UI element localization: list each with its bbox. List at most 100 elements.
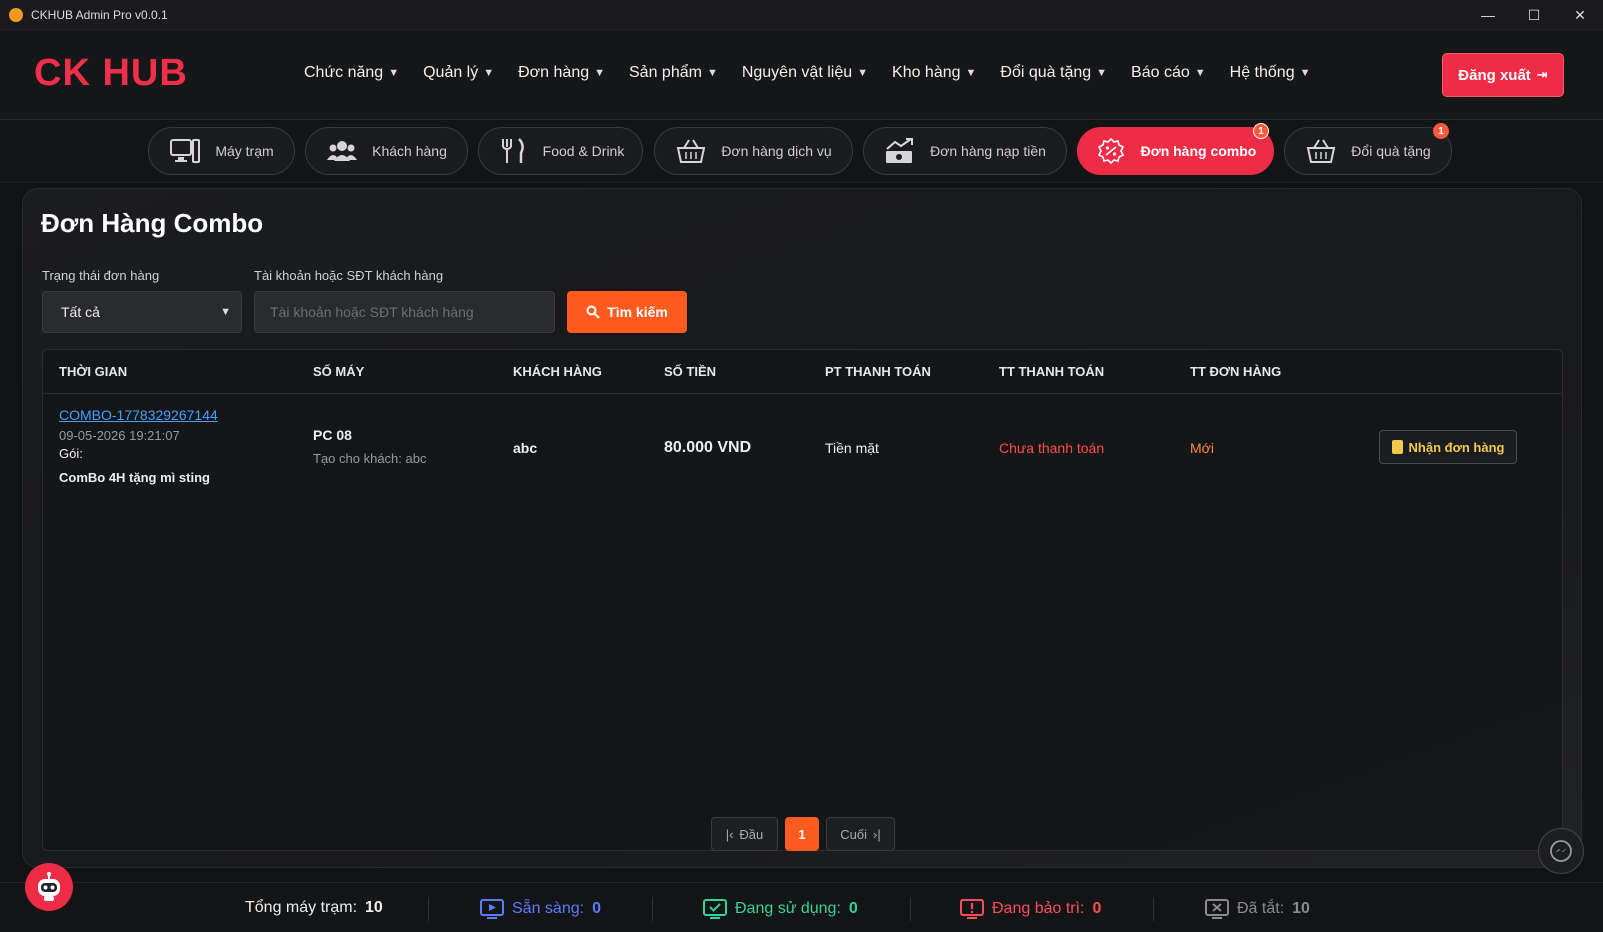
notification-badge: 1 <box>1253 123 1269 139</box>
monitor-play-icon <box>480 899 504 919</box>
nav-label: Đổi quà tặng <box>1000 64 1092 81</box>
maintenance-stat: Đang bảo trì: 0 <box>960 899 1101 919</box>
chevron-down-icon: ▼ <box>594 67 605 79</box>
nav-label: Quản lý <box>423 64 479 81</box>
basket-icon <box>677 139 706 163</box>
monitor-check-icon <box>703 899 727 919</box>
order-status: Mới <box>1190 440 1214 456</box>
app-header: CK HUB Chức năng ▼ Quản lý ▼ Đơn hàng ▼ Sản… <box>0 30 1603 120</box>
logout-label: Đăng xuất <box>1458 66 1531 84</box>
discount-icon <box>1097 137 1124 165</box>
maximize-button[interactable]: ☐ <box>1511 0 1557 30</box>
stat-label: Đang bảo trì: <box>992 900 1085 917</box>
page-title: Đơn Hàng Combo <box>41 208 264 238</box>
status-bar: Tổng máy trạm: 10 Sẵn sàng: 0 Đang sử dụ… <box>0 882 1603 932</box>
first-page-label: Đầu <box>739 826 764 842</box>
stat-value: 10 <box>365 899 383 916</box>
basket-icon <box>1307 139 1336 163</box>
payment-method: Tiền mặt <box>825 440 879 456</box>
chevron-down-icon: ▼ <box>706 67 718 79</box>
nav-quan-ly[interactable]: Quản lý ▼ <box>423 64 494 82</box>
chevron-down-icon: ▼ <box>388 67 400 79</box>
tab-don-hang-dich-vu[interactable]: Đơn hàng dịch vụ <box>654 127 853 175</box>
close-button[interactable]: ✕ <box>1557 0 1603 30</box>
nav-don-hang[interactable]: Đơn hàng ▼ <box>518 64 605 82</box>
in-use-stat: Đang sử dụng: 0 <box>703 899 858 919</box>
last-page-button[interactable]: Cuối ›| <box>826 817 895 851</box>
divider <box>1153 897 1154 921</box>
notification-badge: 1 <box>1433 123 1449 139</box>
tab-may-tram[interactable]: Máy trạm <box>148 127 295 175</box>
page-1-button[interactable]: 1 <box>785 817 819 851</box>
first-page-button[interactable]: |‹ Đầu <box>711 817 778 851</box>
tab-label: Máy trạm <box>215 143 274 159</box>
tab-don-hang-combo[interactable]: Đơn hàng combo 1 <box>1077 123 1274 175</box>
messenger-button[interactable] <box>1538 828 1584 874</box>
computer-icon <box>170 139 201 163</box>
messenger-icon <box>1550 840 1572 862</box>
col-so-may: SỐ MÁY <box>313 364 365 379</box>
order-code-link[interactable]: COMBO-1778329267144 <box>59 407 218 423</box>
window-title: CKHUB Admin Pro v0.0.1 <box>31 7 168 22</box>
chevron-down-icon: ▼ <box>1299 67 1311 79</box>
total-machines-stat: Tổng máy trạm: 10 <box>245 899 383 917</box>
accept-order-button[interactable]: Nhận đơn hàng <box>1379 430 1517 464</box>
table-header: THỜI GIAN SỐ MÁY KHÁCH HÀNG SỐ TIỀN PT T… <box>43 350 1562 394</box>
nav-label: Nguyên vật liệu <box>741 64 853 81</box>
tab-doi-qua-tang[interactable]: Đổi quà tặng 1 <box>1284 123 1452 175</box>
chevron-down-icon: ▼ <box>483 67 495 79</box>
chatbot-avatar[interactable] <box>25 863 73 911</box>
customer-search-input[interactable] <box>254 291 555 333</box>
search-icon <box>586 305 600 319</box>
nav-label: Hệ thống <box>1229 64 1295 81</box>
chevron-down-icon: ▼ <box>220 306 231 318</box>
chevron-down-icon: ▼ <box>965 67 977 79</box>
order-status-select[interactable]: Tất cả ▼ <box>42 291 242 333</box>
nav-label: Báo cáo <box>1131 64 1190 81</box>
last-page-label: Cuối <box>840 826 868 842</box>
clipboard-check-icon <box>1391 440 1403 454</box>
brand-logo[interactable]: CK HUB <box>34 52 188 95</box>
orders-table: THỜI GIAN SỐ MÁY KHÁCH HÀNG SỐ TIỀN PT T… <box>42 349 1563 851</box>
tab-label: Đơn hàng nạp tiền <box>930 143 1046 159</box>
tab-don-hang-nap-tien[interactable]: Đơn hàng nạp tiền <box>863 127 1067 175</box>
nav-chuc-nang[interactable]: Chức năng ▼ <box>304 64 399 82</box>
search-button[interactable]: Tìm kiếm <box>567 291 687 333</box>
nav-kho-hang[interactable]: Kho hàng ▼ <box>892 64 976 82</box>
nav-bao-cao[interactable]: Báo cáo ▼ <box>1131 64 1206 82</box>
tab-food-drink[interactable]: Food & Drink <box>478 127 643 175</box>
tab-label: Đổi quà tặng <box>1351 143 1431 159</box>
users-icon <box>327 141 358 161</box>
main-nav: Chức năng ▼ Quản lý ▼ Đơn hàng ▼ Sản phẩm ▼ … <box>304 64 1334 82</box>
accept-order-label: Nhận đơn hàng <box>1408 439 1505 455</box>
quick-tab-bar: Máy trạm Khách hàng Food & Drink Đơn hàn… <box>0 121 1603 183</box>
tab-label: Food & Drink <box>542 143 625 159</box>
tab-khach-hang[interactable]: Khách hàng <box>305 127 468 175</box>
stat-value: 0 <box>848 900 858 917</box>
status-filter-label: Trạng thái đơn hàng <box>42 268 160 283</box>
divider <box>910 897 911 921</box>
nav-he-thong[interactable]: Hệ thống ▼ <box>1230 64 1311 82</box>
off-stat: Đã tắt: 10 <box>1205 899 1310 919</box>
nav-doi-qua-tang[interactable]: Đổi quà tặng ▼ <box>1000 64 1107 82</box>
payment-status: Chưa thanh toán <box>999 440 1105 456</box>
chevron-right-bar-icon: ›| <box>873 826 881 842</box>
package-name: ComBo 4H tặng mì sting <box>59 470 210 485</box>
logout-button[interactable]: Đăng xuất ⇥ <box>1442 53 1564 97</box>
nav-label: Chức năng <box>304 64 384 81</box>
chevron-down-icon: ▼ <box>1194 67 1206 79</box>
nav-san-pham[interactable]: Sản phẩm ▼ <box>629 64 718 82</box>
minimize-button[interactable]: — <box>1465 0 1511 30</box>
col-thoi-gian: THỜI GIAN <box>59 364 128 379</box>
window-controls: — ☐ ✕ <box>1465 0 1603 30</box>
logout-icon: ⇥ <box>1536 67 1548 82</box>
nav-label: Sản phẩm <box>629 64 702 81</box>
col-tt-don-hang: TT ĐƠN HÀNG <box>1190 364 1282 379</box>
monitor-alert-icon <box>960 899 984 919</box>
stat-label: Đang sử dụng: <box>735 900 841 917</box>
stat-value: 0 <box>1092 900 1102 917</box>
window-titlebar: CKHUB Admin Pro v0.0.1 — ☐ ✕ <box>0 0 1603 30</box>
divider <box>428 897 429 921</box>
stat-value: 0 <box>592 900 601 917</box>
nav-nguyen-vat-lieu[interactable]: Nguyên vật liệu ▼ <box>742 64 868 82</box>
